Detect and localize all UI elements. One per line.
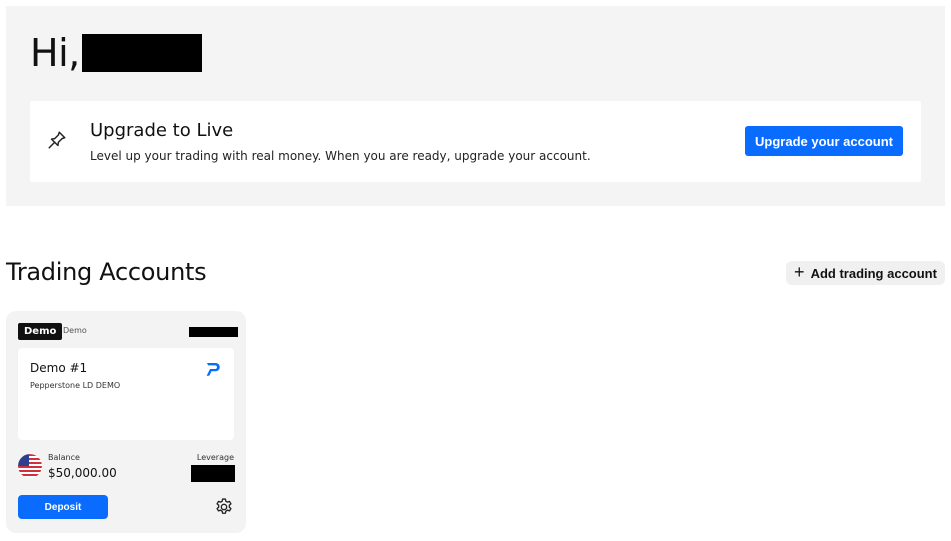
add-trading-account-label: Add trading account <box>810 265 937 281</box>
add-trading-account-button[interactable]: + Add trading account <box>786 261 945 285</box>
redacted-username <box>81 34 202 72</box>
redacted-account-number <box>189 327 238 337</box>
account-info-panel: Demo #1 Pepperstone LD DEMO <box>18 348 234 440</box>
account-card[interactable]: Demo Demo Demo #1 Pepperstone LD DEMO Ba… <box>6 311 246 533</box>
plus-icon: + <box>794 262 805 282</box>
account-name: Demo #1 <box>30 361 88 375</box>
upgrade-title: Upgrade to Live <box>90 120 234 141</box>
us-flag-icon <box>18 454 42 478</box>
welcome-banner: Hi, Upgrade to Live Level up your tradin… <box>6 6 945 206</box>
balance-label: Balance <box>48 453 80 462</box>
gear-icon[interactable] <box>214 497 234 517</box>
leverage-label: Leverage <box>196 453 234 462</box>
balance-value: $50,000.00 <box>48 466 117 480</box>
greeting-text: Hi, <box>30 31 80 75</box>
account-server: Pepperstone LD DEMO <box>30 381 121 390</box>
deposit-button[interactable]: Deposit <box>18 495 108 519</box>
pepperstone-logo-icon <box>206 363 220 376</box>
account-type-label: Demo <box>63 326 87 335</box>
section-title: Trading Accounts <box>6 258 207 286</box>
redacted-leverage-value <box>191 465 235 482</box>
pin-icon <box>48 131 66 149</box>
upgrade-card: Upgrade to Live Level up your trading wi… <box>30 101 921 182</box>
greeting: Hi, <box>30 31 202 75</box>
upgrade-subtitle: Level up your trading with real money. W… <box>90 149 591 163</box>
demo-badge: Demo <box>18 323 63 340</box>
upgrade-account-button[interactable]: Upgrade your account <box>745 126 903 156</box>
